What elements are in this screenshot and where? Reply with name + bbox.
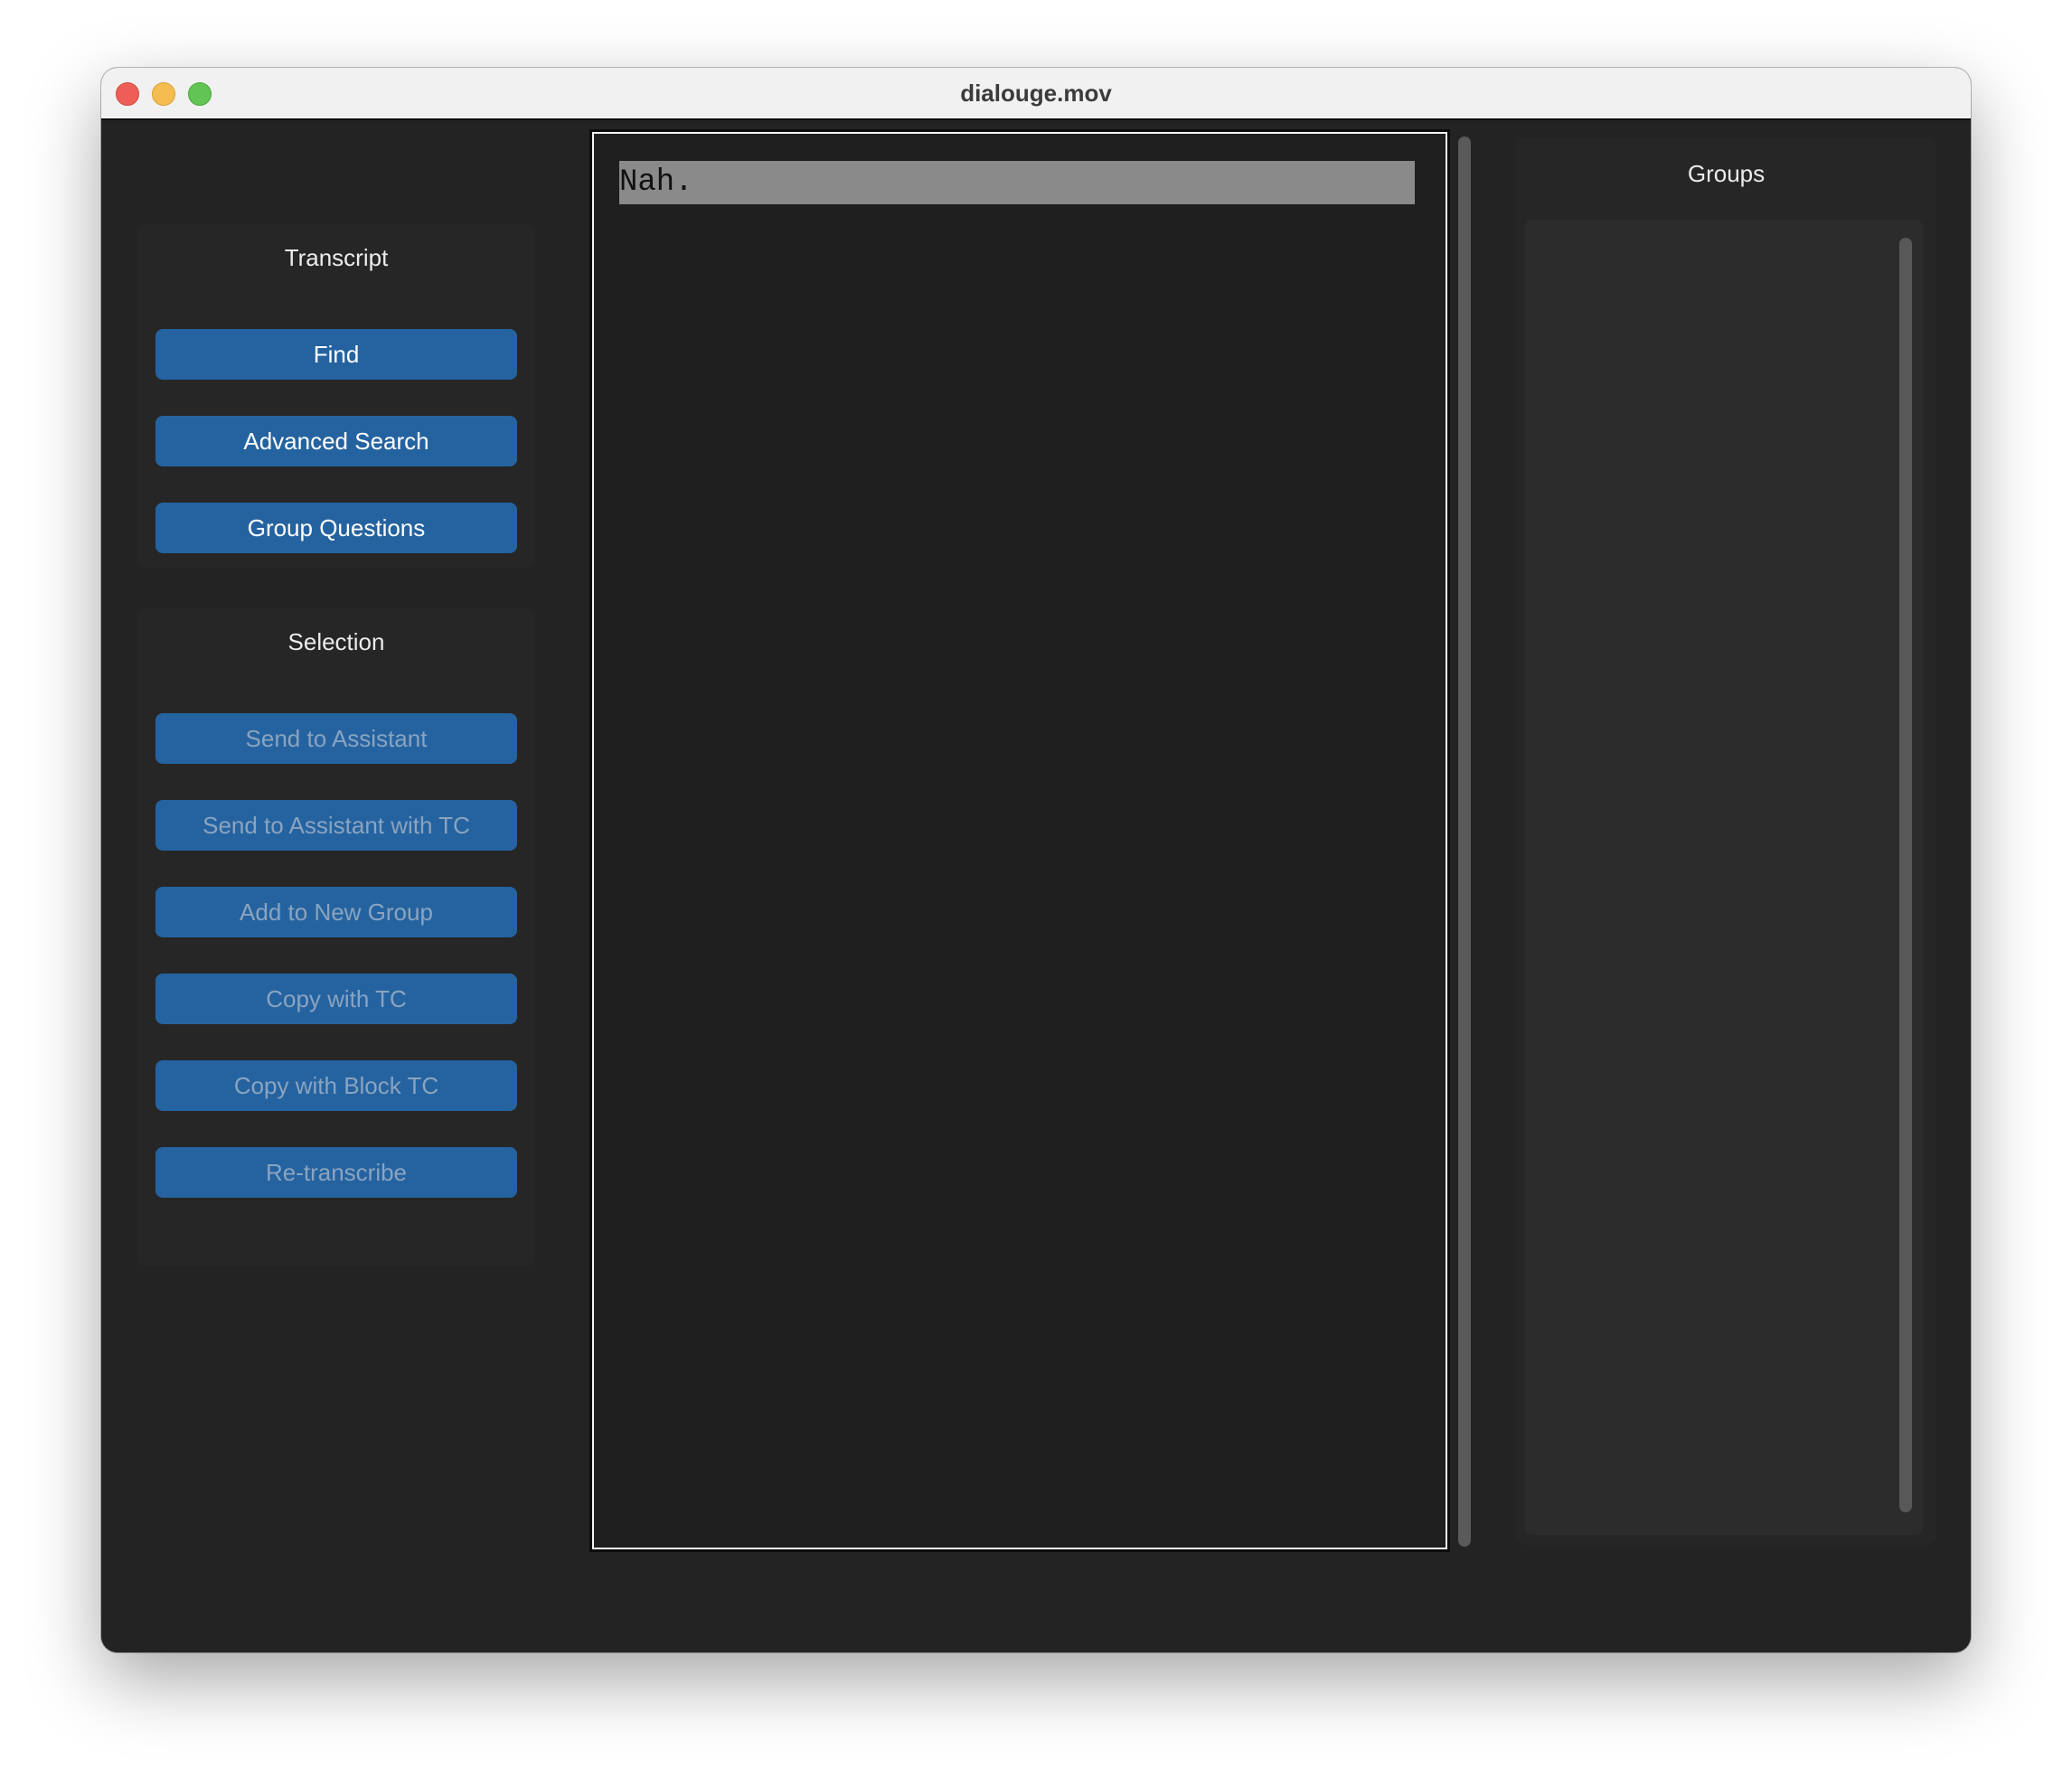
transcript-scrollbar[interactable] <box>1458 136 1471 1547</box>
title-bar[interactable]: dialouge.mov <box>101 68 1971 120</box>
groups-scrollbar[interactable] <box>1899 238 1912 1512</box>
send-to-assistant-button[interactable]: Send to Assistant <box>155 713 517 764</box>
main-content: Transcript Find Advanced Search Group Qu… <box>101 120 1971 1652</box>
send-to-assistant-with-tc-button[interactable]: Send to Assistant with TC <box>155 800 517 851</box>
add-to-new-group-button[interactable]: Add to New Group <box>155 887 517 937</box>
selection-controls-panel: Selection Send to Assistant Send to Assi… <box>137 608 535 1266</box>
groups-panel: Groups <box>1516 138 1936 1545</box>
transcript-controls-panel: Transcript Find Advanced Search Group Qu… <box>137 224 535 568</box>
re-transcribe-button[interactable]: Re-transcribe <box>155 1147 517 1198</box>
transcript-panel-title: Transcript <box>284 244 389 271</box>
find-button[interactable]: Find <box>155 329 517 380</box>
transcript-text-area[interactable]: Nah. <box>592 132 1447 1549</box>
group-questions-button[interactable]: Group Questions <box>155 503 517 553</box>
window-title: dialouge.mov <box>960 80 1112 107</box>
groups-panel-title: Groups <box>1687 160 1766 187</box>
selection-panel-title: Selection <box>287 628 385 655</box>
transcript-line[interactable]: Nah. <box>619 161 1415 204</box>
groups-list[interactable] <box>1525 220 1923 1535</box>
app-window: dialouge.mov Transcript Find Advanced Se… <box>101 68 1971 1652</box>
copy-with-block-tc-button[interactable]: Copy with Block TC <box>155 1060 517 1111</box>
copy-with-tc-button[interactable]: Copy with TC <box>155 974 517 1024</box>
advanced-search-button[interactable]: Advanced Search <box>155 416 517 466</box>
